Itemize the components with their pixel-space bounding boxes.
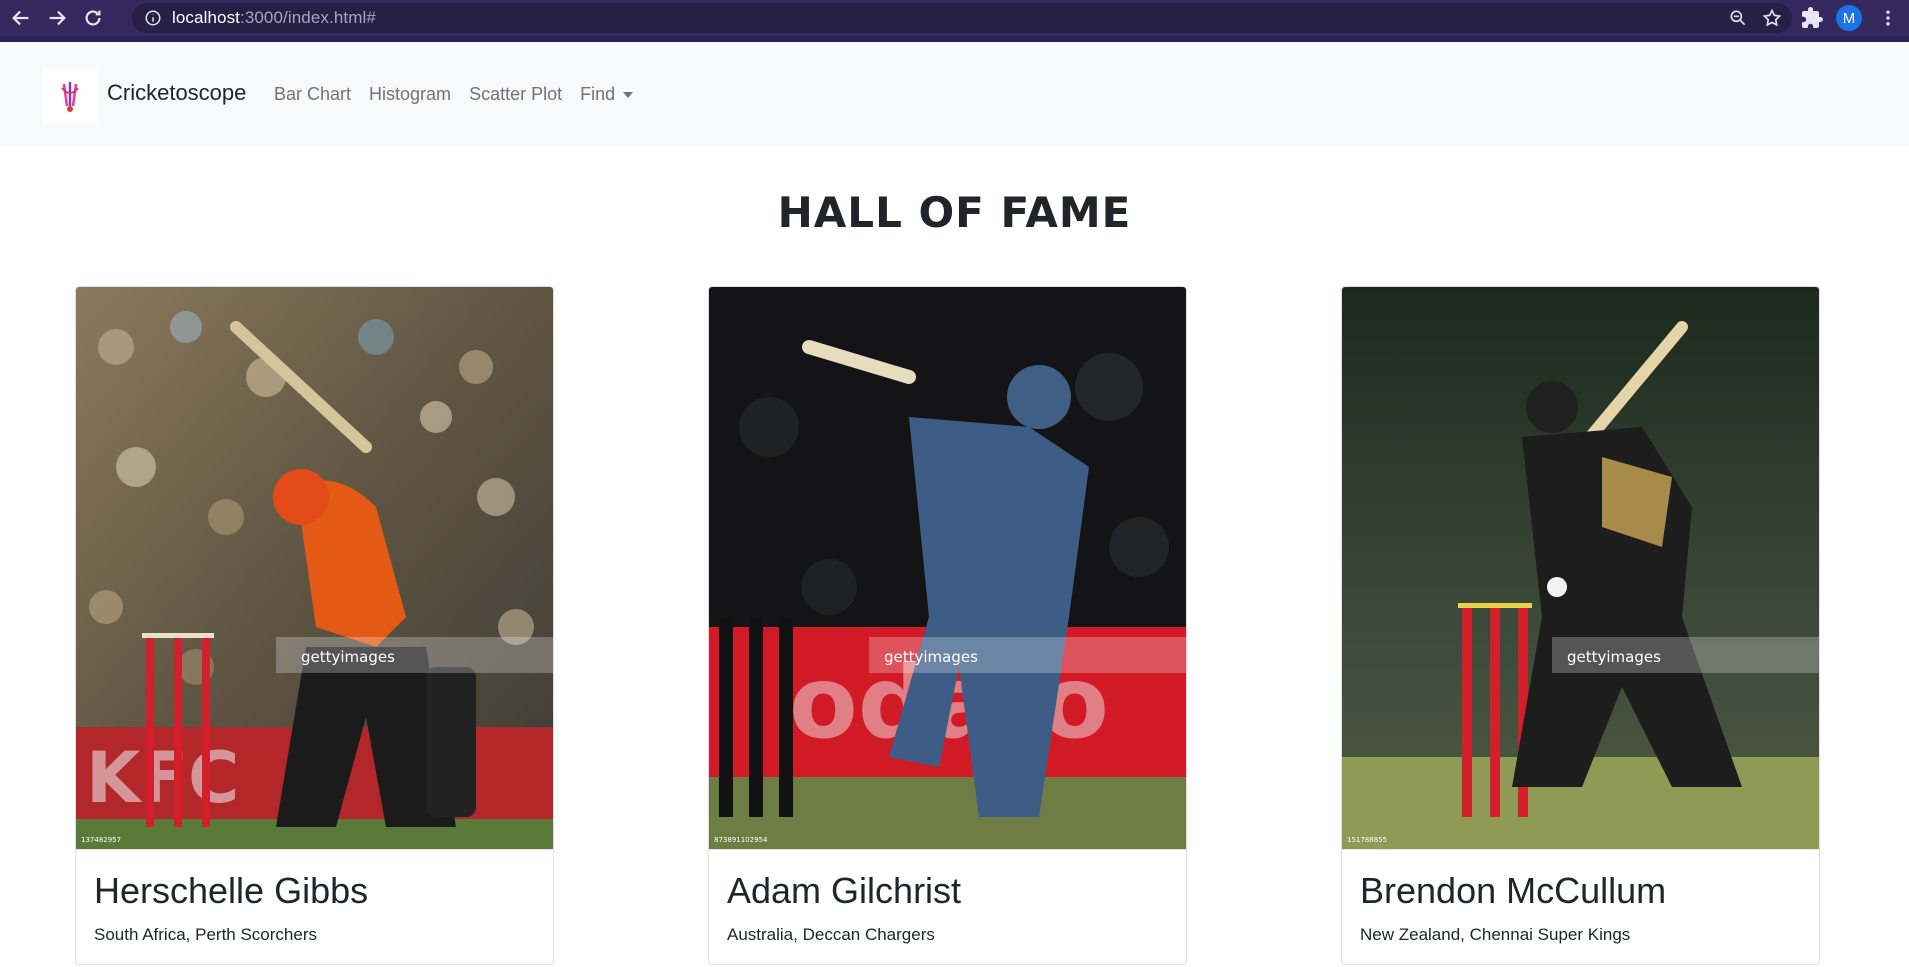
watermark: gettyimages [1567, 648, 1661, 666]
extensions-puzzle-icon[interactable] [1800, 6, 1824, 30]
site-navbar: Cricketoscope Bar Chart Histogram Scatte… [0, 42, 1909, 145]
cricket-logo-icon [61, 82, 79, 112]
player-details: New Zealand, Chennai Super Kings [1360, 925, 1631, 944]
info-icon[interactable] [144, 9, 162, 27]
player-name: Brendon McCullum [1360, 870, 1667, 911]
caret-down-icon [623, 91, 634, 98]
player-card[interactable]: gettyimages 151788855 Brendon McCullum N… [1341, 286, 1820, 965]
nav-dropdown-find[interactable]: Find [580, 84, 634, 105]
watermark: gettyimages [884, 648, 978, 666]
brand-logo[interactable] [42, 69, 98, 123]
nav-dropdown-find-label: Find [580, 84, 616, 104]
url-text[interactable]: localhost:3000/index.html# [172, 8, 376, 28]
more-menu-icon[interactable] [1878, 6, 1898, 30]
player-photo: odafo gettyimages 873891102954 [709, 287, 1186, 849]
nav-link-scatter-plot[interactable]: Scatter Plot [469, 84, 562, 105]
player-photo: KFC gettyimages 137482957 [76, 287, 553, 849]
forward-arrow-icon[interactable] [42, 3, 72, 33]
profile-avatar[interactable]: M [1836, 5, 1862, 31]
player-details: South Africa, Perth Scorchers [94, 925, 317, 944]
watermark: gettyimages [301, 648, 395, 666]
reload-icon[interactable] [78, 3, 108, 33]
card-body: Adam Gilchrist Australia, Deccan Charger… [709, 849, 1186, 964]
browser-toolbar: localhost:3000/index.html# M [0, 0, 1909, 36]
card-body: Brendon McCullum New Zealand, Chennai Su… [1342, 849, 1819, 964]
svg-text:137482957: 137482957 [81, 836, 121, 844]
nav-links: Bar Chart Histogram Scatter Plot Find [274, 84, 651, 105]
player-name: Adam Gilchrist [727, 870, 962, 911]
url-path: :3000/index.html# [240, 8, 376, 27]
bookmark-star-icon[interactable] [1762, 8, 1782, 28]
svg-text:151788855: 151788855 [1347, 836, 1387, 844]
back-arrow-icon[interactable] [6, 3, 36, 33]
brand-name[interactable]: Cricketoscope [107, 80, 246, 106]
zoom-icon[interactable] [1728, 8, 1748, 28]
nav-link-bar-chart[interactable]: Bar Chart [274, 84, 351, 105]
player-name: Herschelle Gibbs [94, 870, 369, 911]
svg-text:KFC: KFC [86, 737, 239, 819]
nav-link-histogram[interactable]: Histogram [369, 84, 451, 105]
url-host: localhost [172, 8, 240, 27]
address-bar[interactable]: localhost:3000/index.html# [132, 3, 1792, 33]
player-details: Australia, Deccan Chargers [727, 925, 935, 944]
player-card[interactable]: KFC gettyimages 137482957 Herschelle Gib… [75, 286, 554, 965]
svg-text:873891102954: 873891102954 [714, 836, 768, 844]
card-body: Herschelle Gibbs South Africa, Perth Sco… [76, 849, 553, 964]
player-photo: gettyimages 151788855 [1342, 287, 1819, 849]
player-card[interactable]: odafo gettyimages 873891102954 Adam Gilc… [708, 286, 1187, 965]
page-title: HALL OF FAME [777, 188, 1132, 237]
